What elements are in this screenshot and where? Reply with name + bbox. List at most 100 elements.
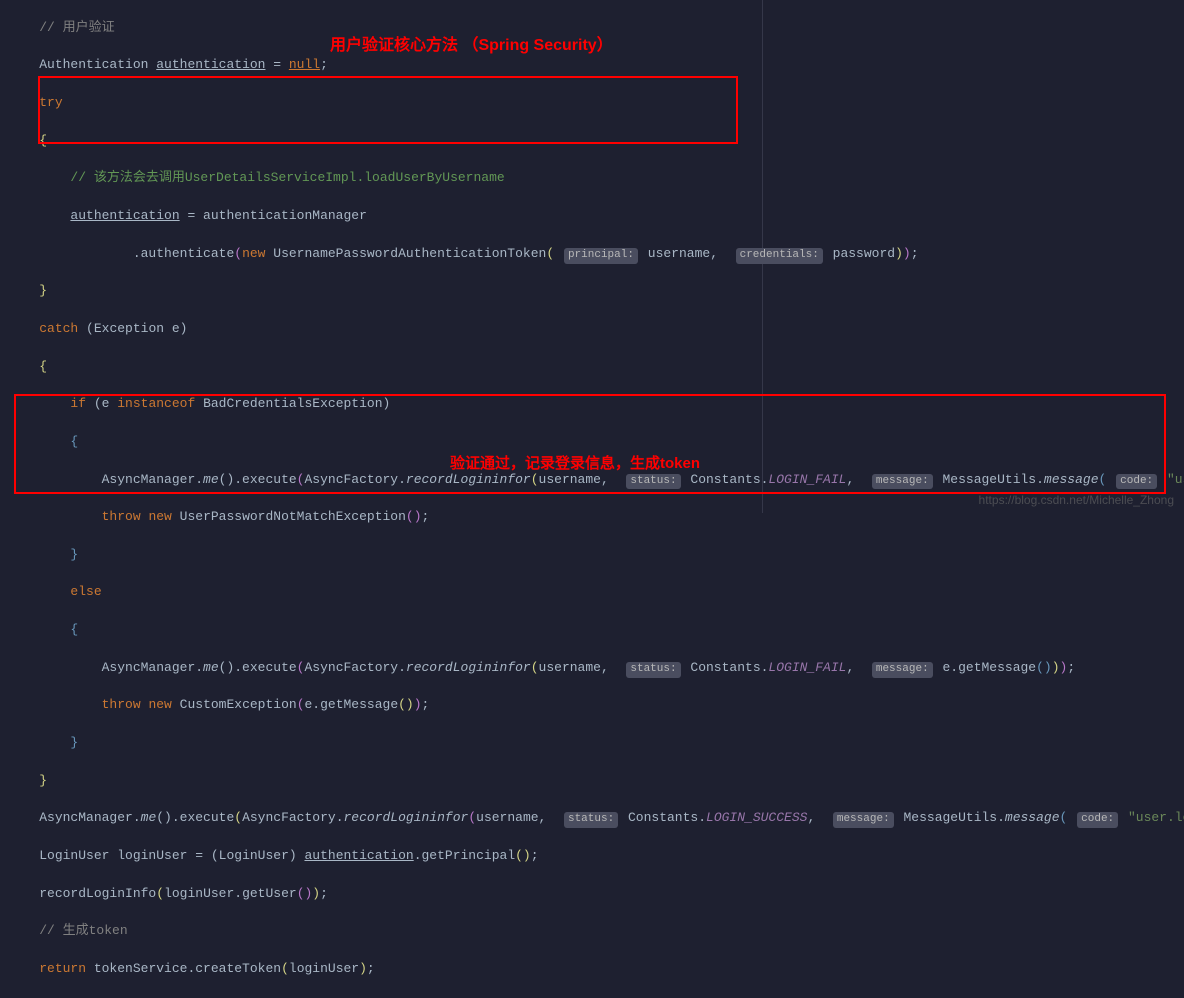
method: .getPrincipal	[414, 848, 515, 863]
brace: }	[39, 283, 47, 298]
arg: username,	[539, 660, 617, 675]
method: tokenService.createToken	[86, 961, 281, 976]
text: AsyncFactory.	[304, 660, 405, 675]
semi: ;	[320, 57, 328, 72]
watermark: https://blog.csdn.net/Michelle_Zhong	[979, 492, 1174, 509]
decl: LoginUser loginUser =	[39, 848, 211, 863]
method: me	[203, 472, 219, 487]
code-line: // 该方法会去调用UserDetailsServiceImpl.loadUse…	[8, 169, 1184, 188]
method: .authenticate	[133, 246, 234, 261]
code-line: authentication = authenticationManager	[8, 207, 1184, 226]
arg: password	[833, 246, 895, 261]
code-line: catch (Exception e)	[8, 320, 1184, 339]
text: AsyncManager.	[102, 472, 203, 487]
param-hint: principal:	[564, 248, 638, 264]
code-line: recordLoginInfo(loginUser.getUser());	[8, 885, 1184, 904]
comment: // 用户验证	[39, 20, 114, 35]
new-kw: new	[242, 246, 265, 261]
class-name: CustomException	[172, 697, 297, 712]
code-line: throw new CustomException(e.getMessage()…	[8, 696, 1184, 715]
constant: LOGIN_FAIL	[768, 472, 846, 487]
return-kw: return	[39, 961, 86, 976]
class-name: UsernamePasswordAuthenticationToken	[265, 246, 546, 261]
code-line: }	[8, 546, 1184, 565]
code-line: .authenticate(new UsernamePasswordAuthen…	[8, 245, 1184, 264]
method: recordLogininfor	[406, 660, 531, 675]
if-kw: if	[70, 396, 86, 411]
text: ().execute	[156, 810, 234, 825]
constant: LOGIN_SUCCESS	[706, 810, 807, 825]
code-line: if (e instanceof BadCredentialsException…	[8, 395, 1184, 414]
text: Constants.	[690, 472, 768, 487]
text: MessageUtils.	[903, 810, 1004, 825]
code-line: {	[8, 621, 1184, 640]
method: recordLoginInfo	[39, 886, 156, 901]
method: me	[141, 810, 157, 825]
text: ().execute	[219, 660, 297, 675]
param-hint: status:	[626, 474, 680, 490]
brace: {	[39, 133, 47, 148]
param-hint: message:	[872, 474, 933, 490]
comment: // 生成token	[39, 923, 127, 938]
cast: (LoginUser)	[211, 848, 305, 863]
code-line: try	[8, 94, 1184, 113]
brace: {	[39, 359, 47, 374]
text: = authenticationManager	[180, 208, 367, 223]
method: me	[203, 660, 219, 675]
string: "user.password.not.match"	[1167, 472, 1184, 487]
method: message	[1005, 810, 1060, 825]
text: (e	[86, 396, 117, 411]
arg: username,	[648, 246, 726, 261]
try-kw: try	[39, 95, 62, 110]
text: ().execute	[219, 472, 297, 487]
code-line: return tokenService.createToken(loginUse…	[8, 960, 1184, 979]
class-name: UserPasswordNotMatchException	[172, 509, 406, 524]
new-kw: new	[141, 697, 172, 712]
throw-kw: throw	[102, 697, 141, 712]
arg: loginUser	[289, 961, 359, 976]
param-hint: code:	[1116, 474, 1157, 490]
brace: {	[70, 434, 78, 449]
code-line: AsyncManager.me().execute(AsyncFactory.r…	[8, 809, 1184, 828]
method: e.getMessage	[305, 697, 399, 712]
param-hint: message:	[872, 662, 933, 678]
method: e.getMessage	[942, 660, 1036, 675]
type: Authentication	[39, 57, 156, 72]
method: message	[1044, 472, 1099, 487]
new-kw: new	[141, 509, 172, 524]
code-line: else	[8, 583, 1184, 602]
comment: // 该方法会去调用UserDetailsServiceImpl.loadUse…	[70, 170, 504, 185]
method: loginUser.getUser	[164, 886, 297, 901]
op: =	[265, 57, 288, 72]
text: Constants.	[628, 810, 706, 825]
constant: LOGIN_FAIL	[768, 660, 846, 675]
param-hint: status:	[626, 662, 680, 678]
text: ,	[807, 810, 823, 825]
code-line: {	[8, 358, 1184, 377]
var: authentication	[70, 208, 179, 223]
param-hint: credentials:	[736, 248, 823, 264]
method: recordLogininfor	[344, 810, 469, 825]
param-hint: code:	[1077, 812, 1118, 828]
text: AsyncFactory.	[304, 472, 405, 487]
catch-param: (Exception e)	[78, 321, 187, 336]
annotation-text-2: 验证通过，记录登录信息，生成token	[450, 453, 700, 475]
code-line: {	[8, 433, 1184, 452]
code-line: throw new UserPasswordNotMatchException(…	[8, 508, 1184, 527]
code-line: {	[8, 132, 1184, 151]
annotation-text-1: 用户验证核心方法 （Spring Security）	[330, 34, 613, 57]
text: MessageUtils.	[942, 472, 1043, 487]
null-kw: null	[289, 57, 320, 72]
else-kw: else	[70, 584, 101, 599]
arg: username,	[476, 810, 554, 825]
param-hint: status:	[564, 812, 618, 828]
code-line: AsyncManager.me().execute(AsyncFactory.r…	[8, 659, 1184, 678]
var: authentication	[156, 57, 265, 72]
text: ,	[846, 472, 862, 487]
brace: {	[70, 622, 78, 637]
brace: }	[39, 773, 47, 788]
var: authentication	[304, 848, 413, 863]
text: AsyncManager.	[102, 660, 203, 675]
code-line: // 生成token	[8, 922, 1184, 941]
brace: }	[70, 735, 78, 750]
